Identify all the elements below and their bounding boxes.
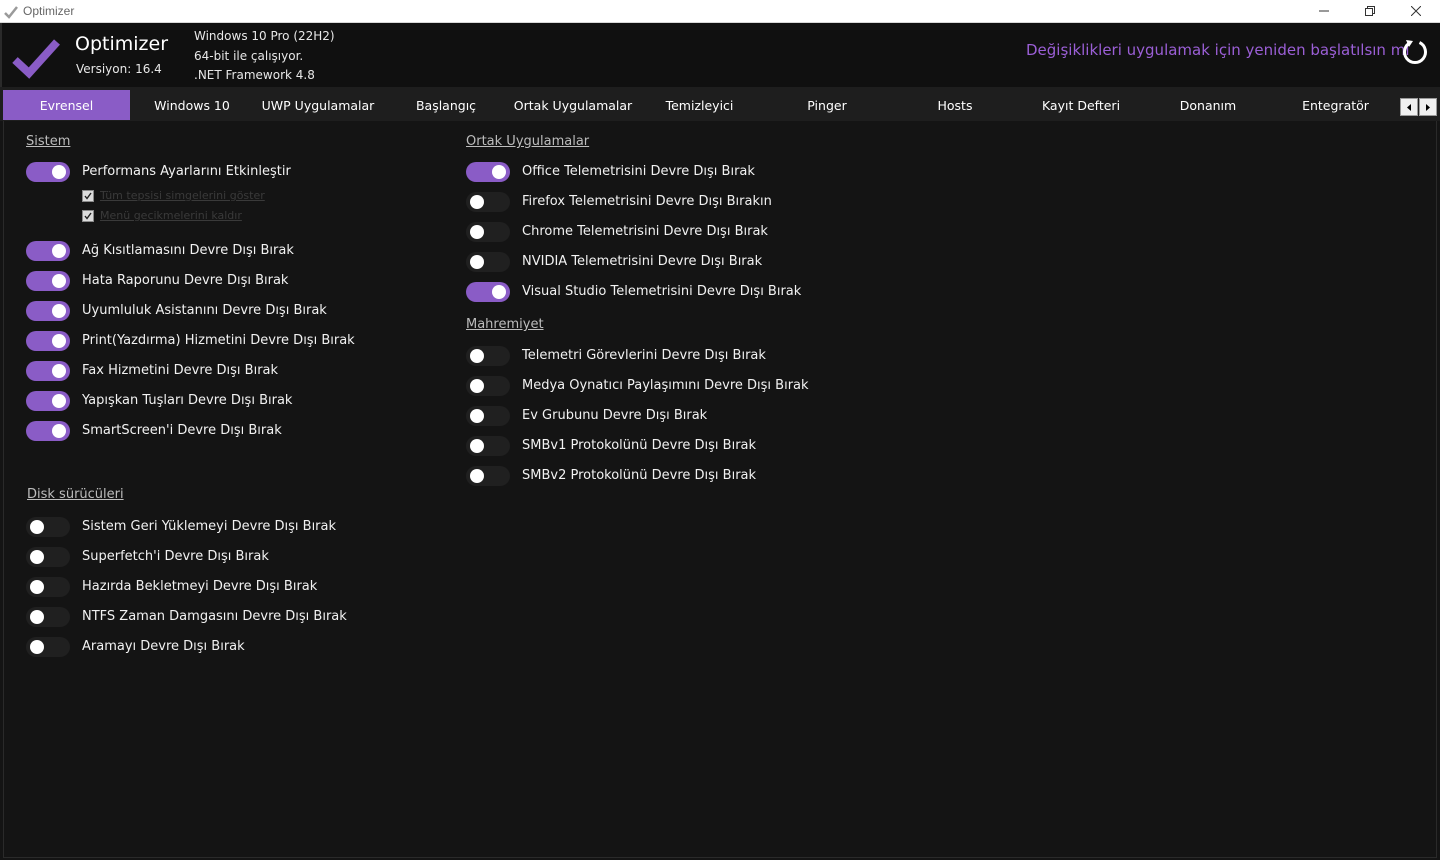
close-icon xyxy=(1411,6,1421,16)
checkmark-icon xyxy=(84,192,92,200)
app-name: Optimizer xyxy=(75,33,169,55)
tab-ortak-uygulamalar[interactable]: Ortak Uygulamalar xyxy=(510,90,636,120)
toggle-label: SMBv2 Protokolünü Devre Dışı Bırak xyxy=(522,468,757,483)
tab-pinger[interactable]: Pinger xyxy=(763,90,891,120)
os-info: Windows 10 Pro (22H2) xyxy=(194,29,335,43)
toggle-label: SMBv1 Protokolünü Devre Dışı Bırak xyxy=(522,438,757,453)
toggle-switch[interactable] xyxy=(26,361,70,381)
toggle-label: Uyumluluk Asistanını Devre Dışı Bırak xyxy=(82,303,327,318)
section-title-ortak: Ortak Uygulamalar xyxy=(466,134,590,149)
arch-info: 64-bit ile çalışıyor. xyxy=(194,49,304,63)
sub-option-label: Tüm tepsisi simgelerini göster xyxy=(100,189,265,202)
toggle-switch[interactable] xyxy=(26,301,70,321)
toggle-label: Ev Grubunu Devre Dışı Bırak xyxy=(522,408,708,423)
minimize-icon xyxy=(1319,10,1329,12)
toggle-label: SmartScreen'i Devre Dışı Bırak xyxy=(82,423,282,438)
framework-info: .NET Framework 4.8 xyxy=(194,68,315,82)
tab-temizleyici[interactable]: Temizleyici xyxy=(636,90,763,120)
toggle-label: Yapışkan Tuşları Devre Dışı Bırak xyxy=(82,393,293,408)
toggle-switch[interactable] xyxy=(26,391,70,411)
toggle-label: Ağ Kısıtlamasını Devre Dışı Bırak xyxy=(82,243,294,258)
toggle-switch[interactable] xyxy=(26,241,70,261)
toggle-switch[interactable] xyxy=(26,637,70,657)
tab-entegrator[interactable]: Entegratör xyxy=(1273,90,1398,120)
tab-evrensel[interactable]: Evrensel xyxy=(3,90,130,120)
window-titlebar: Optimizer xyxy=(0,0,1440,23)
toggle-switch[interactable] xyxy=(466,192,510,212)
toggle-switch[interactable] xyxy=(26,577,70,597)
section-title-mahremiyet: Mahremiyet xyxy=(466,317,544,332)
toggle-label: NVIDIA Telemetrisini Devre Dışı Bırak xyxy=(522,254,763,269)
tab-scroll-left-button[interactable] xyxy=(1400,98,1418,116)
toggle-switch[interactable] xyxy=(26,517,70,537)
checkbox[interactable] xyxy=(82,210,94,222)
toggle-label: Superfetch'i Devre Dışı Bırak xyxy=(82,549,269,564)
tab-donanim[interactable]: Donanım xyxy=(1143,90,1273,120)
section-title-disk: Disk sürücüleri xyxy=(27,487,124,502)
toggle-switch[interactable] xyxy=(26,162,70,182)
app-version: Versiyon: 16.4 xyxy=(76,62,162,76)
sub-option-label: Menü gecikmelerini kaldır xyxy=(100,209,242,222)
toggle-switch[interactable] xyxy=(466,406,510,426)
app-header: Optimizer Versiyon: 16.4 Windows 10 Pro … xyxy=(0,23,1440,87)
toggle-label: Firefox Telemetrisini Devre Dışı Bırakın xyxy=(522,194,772,209)
checkmark-icon xyxy=(84,212,92,220)
tab-windows-10[interactable]: Windows 10 xyxy=(130,90,254,120)
toggle-switch[interactable] xyxy=(466,282,510,302)
toggle-switch[interactable] xyxy=(26,607,70,627)
toggle-switch[interactable] xyxy=(26,271,70,291)
window-title: Optimizer xyxy=(23,4,75,18)
checkmark-logo-icon xyxy=(12,39,60,83)
toggle-label: Print(Yazdırma) Hizmetini Devre Dışı Bır… xyxy=(82,333,355,348)
tab-kayit-defteri[interactable]: Kayıt Defteri xyxy=(1019,90,1143,120)
restart-prompt-link[interactable]: Değişiklikleri uygulamak için yeniden ba… xyxy=(1026,41,1410,59)
toggle-label: Chrome Telemetrisini Devre Dışı Bırak xyxy=(522,224,768,239)
toggle-switch[interactable] xyxy=(466,222,510,242)
toggle-switch[interactable] xyxy=(466,466,510,486)
toggle-switch[interactable] xyxy=(26,331,70,351)
toggle-switch[interactable] xyxy=(466,162,510,182)
tab-uwp-uygulamalar[interactable]: UWP Uygulamalar xyxy=(254,90,382,120)
toggle-switch[interactable] xyxy=(466,376,510,396)
toggle-label: Telemetri Görevlerini Devre Dışı Bırak xyxy=(522,348,766,363)
toggle-label: Medya Oynatıcı Paylaşımını Devre Dışı Bı… xyxy=(522,378,809,393)
restore-button[interactable] xyxy=(1347,0,1393,23)
toggle-switch[interactable] xyxy=(466,252,510,272)
checkmark-icon xyxy=(4,4,18,23)
toggle-label: Office Telemetrisini Devre Dışı Bırak xyxy=(522,164,755,179)
tab-bar: Evrensel Windows 10 UWP Uygulamalar Başl… xyxy=(0,87,1440,121)
arrow-right-icon xyxy=(1426,104,1430,111)
checkbox[interactable] xyxy=(82,190,94,202)
tab-hosts[interactable]: Hosts xyxy=(891,90,1019,120)
toggle-switch[interactable] xyxy=(26,421,70,441)
toggle-label: Performans Ayarlarını Etkinleştir xyxy=(82,164,291,179)
restart-icon[interactable] xyxy=(1400,37,1430,71)
toggle-switch[interactable] xyxy=(26,547,70,567)
arrow-left-icon xyxy=(1407,104,1411,111)
toggle-label: NTFS Zaman Damgasını Devre Dışı Bırak xyxy=(82,609,347,624)
toggle-label: Visual Studio Telemetrisini Devre Dışı B… xyxy=(522,284,802,299)
toggle-label: Sistem Geri Yüklemeyi Devre Dışı Bırak xyxy=(82,519,337,534)
toggle-switch[interactable] xyxy=(466,346,510,366)
close-button[interactable] xyxy=(1393,0,1439,23)
restore-icon xyxy=(1365,6,1375,16)
toggle-switch[interactable] xyxy=(466,436,510,456)
toggle-label: Hata Raporunu Devre Dışı Bırak xyxy=(82,273,289,288)
tab-scroll-right-button[interactable] xyxy=(1419,98,1437,116)
toggle-label: Hazırda Bekletmeyi Devre Dışı Bırak xyxy=(82,579,318,594)
minimize-button[interactable] xyxy=(1301,0,1347,23)
toggle-label: Fax Hizmetini Devre Dışı Bırak xyxy=(82,363,279,378)
tab-baslangic[interactable]: Başlangıç xyxy=(382,90,510,120)
section-title-sistem: Sistem xyxy=(26,134,71,149)
toggle-label: Aramayı Devre Dışı Bırak xyxy=(82,639,245,654)
